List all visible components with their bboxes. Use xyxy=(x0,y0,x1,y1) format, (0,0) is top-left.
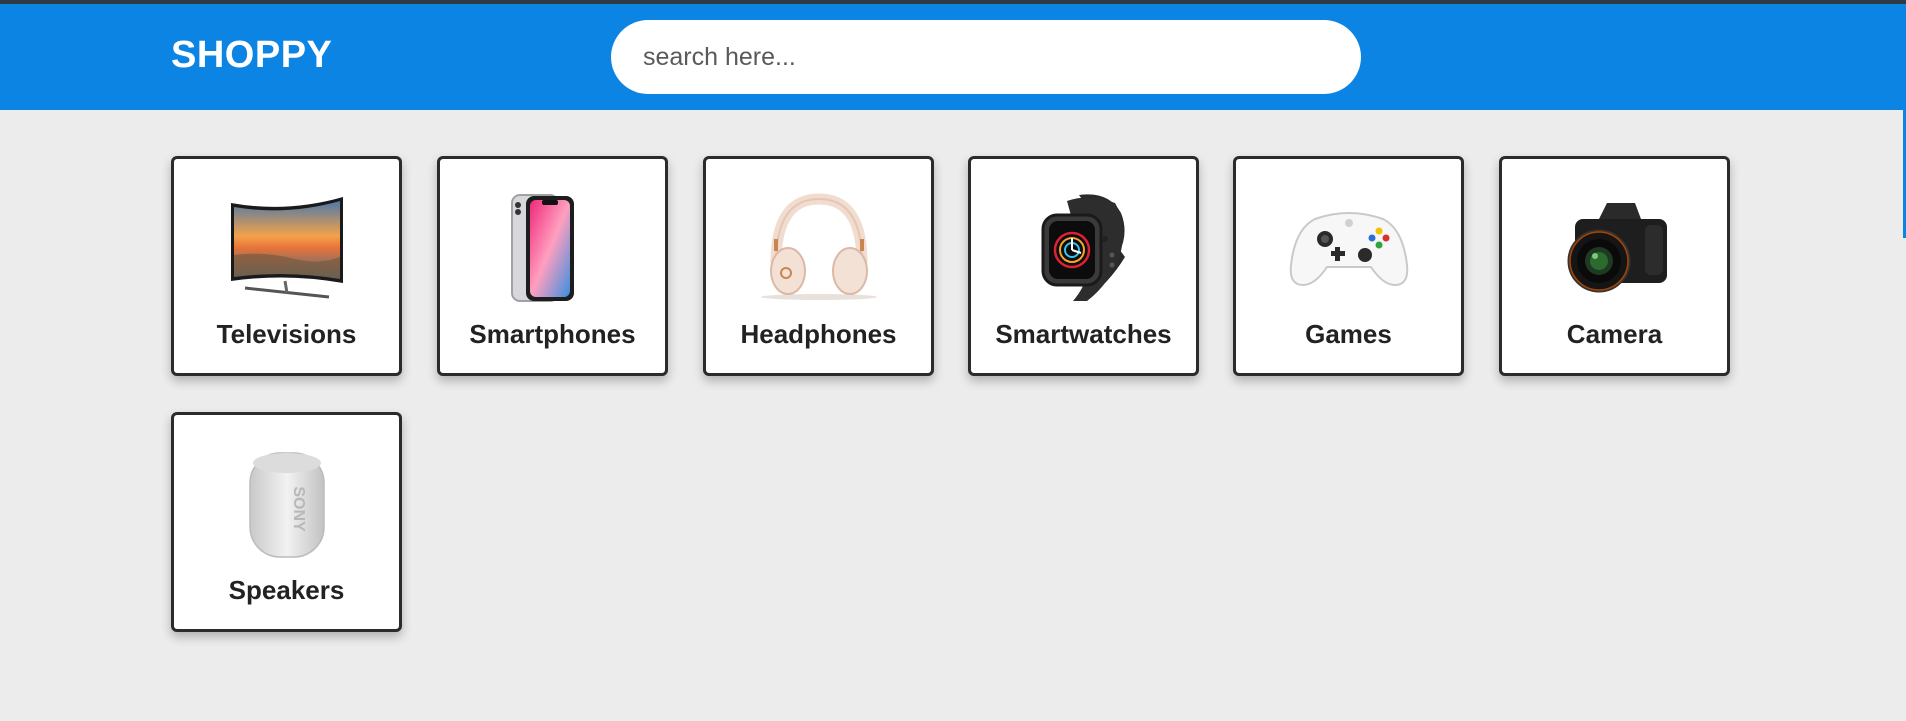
category-label: Camera xyxy=(1566,319,1663,349)
search-bar[interactable] xyxy=(611,20,1361,94)
category-label: Televisions xyxy=(216,319,357,349)
brand-logo[interactable]: SHOPPY xyxy=(171,34,332,77)
smartphone-icon xyxy=(440,193,665,303)
category-label: Smartwatches xyxy=(995,319,1172,349)
game-controller-icon xyxy=(1236,193,1461,303)
category-label: Headphones xyxy=(740,319,897,349)
search-input[interactable] xyxy=(641,41,1325,73)
category-label: Smartphones xyxy=(469,319,636,349)
category-card-games[interactable]: Games xyxy=(1233,156,1464,376)
headphones-icon xyxy=(706,193,931,303)
camera-icon xyxy=(1502,193,1727,303)
category-label: Speakers xyxy=(228,575,345,605)
category-card-smartphones[interactable]: Smartphones xyxy=(437,156,668,376)
speaker-icon: SONY xyxy=(174,449,399,559)
category-card-speakers[interactable]: SONY Speakers xyxy=(171,412,402,632)
category-card-headphones[interactable]: Headphones xyxy=(703,156,934,376)
svg-text:SONY: SONY xyxy=(290,486,307,532)
category-card-televisions[interactable]: Televisions xyxy=(171,156,402,376)
smartwatch-icon xyxy=(971,193,1196,303)
category-card-camera[interactable]: Camera xyxy=(1499,156,1730,376)
television-icon xyxy=(174,193,399,303)
category-label: Games xyxy=(1305,319,1392,349)
category-card-smartwatches[interactable]: Smartwatches xyxy=(968,156,1199,376)
header-bar: SHOPPY xyxy=(0,4,1906,110)
